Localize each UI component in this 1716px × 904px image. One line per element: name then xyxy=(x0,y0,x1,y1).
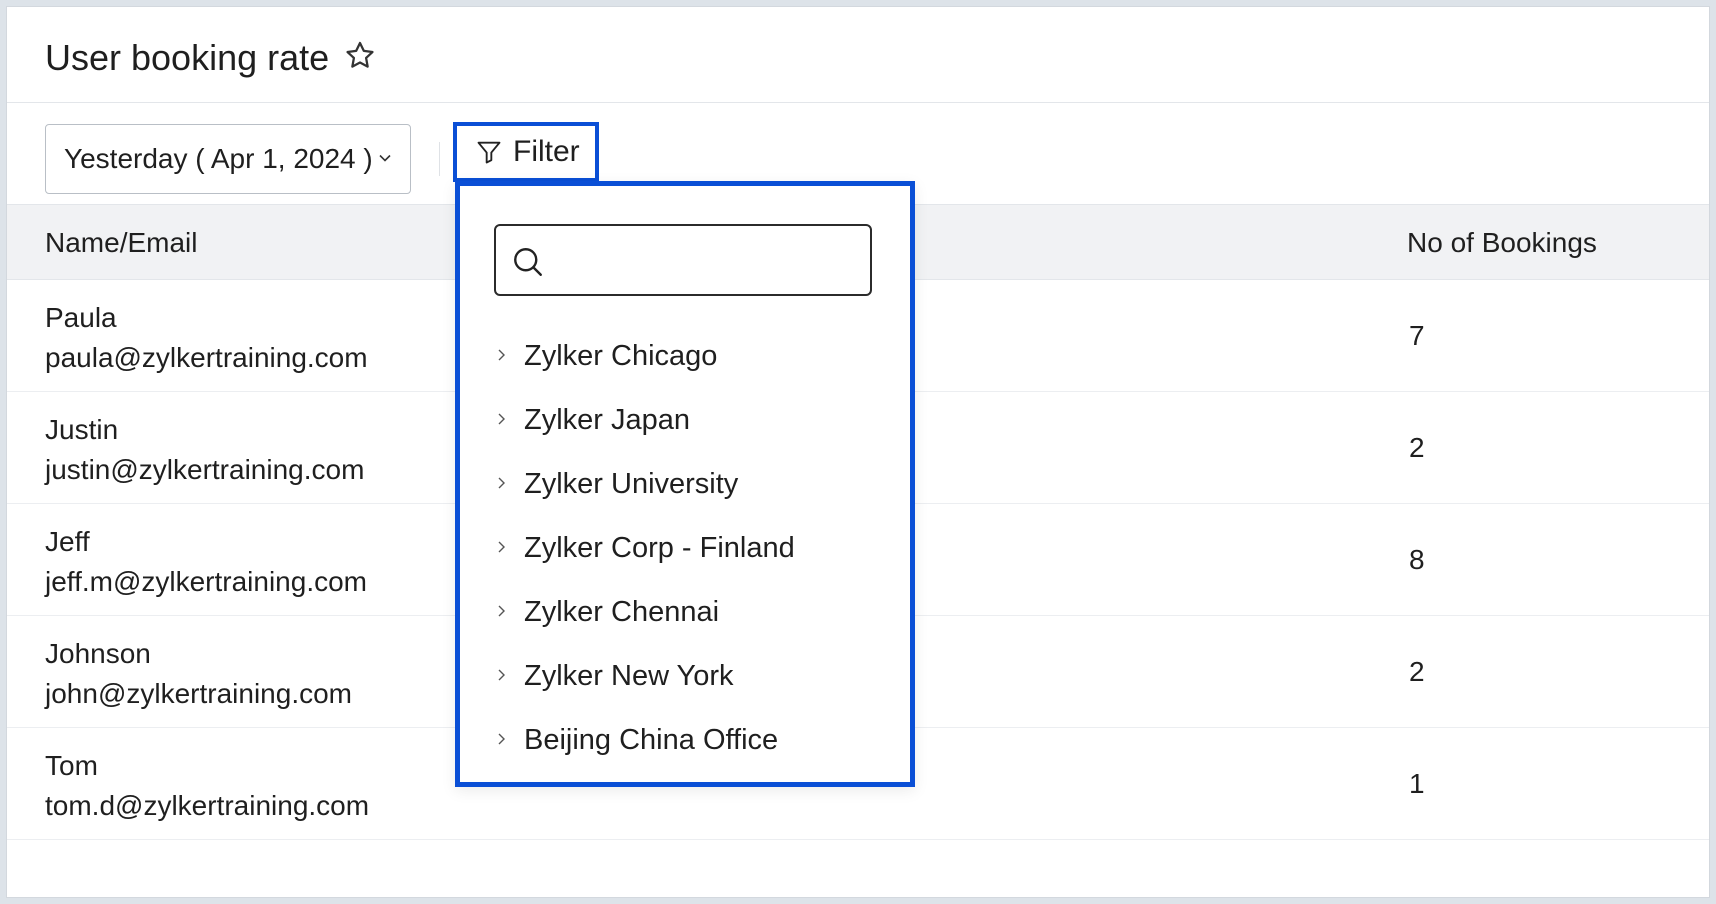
user-email: justin@zylkertraining.com xyxy=(45,454,365,485)
chevron-right-icon[interactable] xyxy=(496,668,508,682)
column-header-bookings[interactable]: No of Bookings xyxy=(1407,227,1597,259)
group-item-zylker-chennai[interactable]: Zylker Chennai xyxy=(460,580,910,644)
filter-dropdown-panel: Zylker Chicago Zylker Japan Zylker Unive… xyxy=(455,181,915,787)
booking-count: 1 xyxy=(1409,768,1425,799)
chevron-down-icon xyxy=(379,154,391,162)
title-bar: User booking rate xyxy=(7,7,1709,103)
group-item-label: Zylker Corp - Finland xyxy=(524,532,795,564)
booking-count: 8 xyxy=(1409,544,1425,575)
group-item-label: Zylker University xyxy=(524,468,739,500)
group-item-beijing-china-office[interactable]: Beijing China Office xyxy=(460,708,910,772)
toolbar-divider xyxy=(439,142,440,176)
booking-count: 2 xyxy=(1409,432,1425,463)
user-email: paula@zylkertraining.com xyxy=(45,342,368,373)
user-name: Tom xyxy=(45,750,98,781)
user-name: Johnson xyxy=(45,638,151,669)
user-email: john@zylkertraining.com xyxy=(45,678,352,709)
filter-button[interactable]: Filter xyxy=(453,122,599,182)
user-name: Justin xyxy=(45,414,119,445)
report-window: User booking rate Yesterday ( Apr 1, 202… xyxy=(6,6,1710,898)
group-item-zylker-chicago[interactable]: Zylker Chicago xyxy=(460,324,910,388)
user-email: tom.d@zylkertraining.com xyxy=(45,790,370,821)
page-title: User booking rate xyxy=(45,37,330,78)
filter-button-label: Filter xyxy=(513,135,580,168)
group-item-label: Zylker Chennai xyxy=(524,596,720,628)
group-item-zylker-corp-finland[interactable]: Zylker Corp - Finland xyxy=(460,516,910,580)
star-icon[interactable] xyxy=(343,39,377,73)
user-email: jeff.m@zylkertraining.com xyxy=(45,566,367,597)
funnel-icon xyxy=(477,141,501,164)
user-name: Jeff xyxy=(45,526,90,557)
group-item-label: Beijing China Office xyxy=(524,724,779,756)
group-item-zylker-new-york[interactable]: Zylker New York xyxy=(460,644,910,708)
chevron-right-icon[interactable] xyxy=(496,540,508,554)
group-item-label: Zylker Japan xyxy=(524,404,691,436)
group-item-label: Zylker Chicago xyxy=(524,340,718,372)
group-list: Zylker Chicago Zylker Japan Zylker Unive… xyxy=(460,324,910,772)
group-item-zylker-japan[interactable]: Zylker Japan xyxy=(460,388,910,452)
booking-count: 7 xyxy=(1409,320,1425,351)
date-range-select[interactable]: Yesterday ( Apr 1, 2024 ) xyxy=(45,124,411,194)
group-item-label: Zylker New York xyxy=(524,660,734,692)
column-header-name[interactable]: Name/Email xyxy=(45,227,197,259)
chevron-right-icon[interactable] xyxy=(496,348,508,362)
booking-count: 2 xyxy=(1409,656,1425,687)
date-range-value: Yesterday ( Apr 1, 2024 ) xyxy=(64,143,373,174)
chevron-right-icon[interactable] xyxy=(496,412,508,426)
chevron-right-icon[interactable] xyxy=(496,604,508,618)
group-item-zylker-university[interactable]: Zylker University xyxy=(460,452,910,516)
group-search-box[interactable] xyxy=(494,224,872,296)
group-search-input[interactable] xyxy=(556,236,856,286)
chevron-right-icon[interactable] xyxy=(496,476,508,490)
search-icon xyxy=(514,248,542,276)
user-name: Paula xyxy=(45,302,117,333)
chevron-right-icon[interactable] xyxy=(496,732,508,746)
